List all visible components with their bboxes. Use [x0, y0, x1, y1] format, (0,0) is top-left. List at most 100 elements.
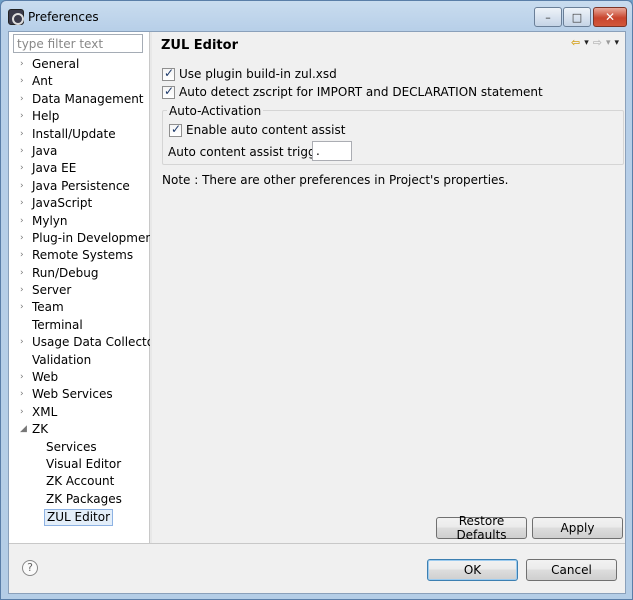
eclipse-app-icon — [8, 9, 24, 25]
tree-item-label: Visual Editor — [46, 456, 122, 471]
tree-item[interactable]: › Remote Systems — [9, 247, 150, 264]
auto-detect-option[interactable]: Auto detect zscript for IMPORT and DECLA… — [162, 84, 543, 99]
minimize-button[interactable]: – — [534, 7, 562, 27]
collapsed-arrow-icon[interactable]: › — [20, 160, 30, 177]
filter-input[interactable] — [13, 34, 143, 53]
tree-item-label: Java — [32, 143, 58, 158]
collapsed-arrow-icon[interactable]: › — [20, 178, 30, 195]
use-plugin-option[interactable]: Use plugin build-in zul.xsd — [162, 66, 337, 81]
maximize-button[interactable]: □ — [563, 7, 591, 27]
tree-item[interactable]: › Web Services — [9, 386, 150, 403]
tree-item[interactable]: › Ant — [9, 73, 150, 90]
tree-item[interactable]: › JavaScript — [9, 195, 150, 212]
preference-page: ZUL Editor ⇦ ▾ ⇨ ▾ ▾ Use plugin build-in… — [152, 32, 625, 543]
preference-tree: › General › Ant › Data Management › Help › Instal… — [9, 56, 159, 527]
tree-item-zk-child[interactable]: ZK Account — [9, 473, 150, 490]
ok-button[interactable]: OK — [427, 559, 518, 581]
auto-detect-checkbox[interactable] — [162, 84, 175, 99]
enable-assist-checkbox[interactable] — [169, 122, 182, 137]
forward-dropdown-icon[interactable]: ▾ — [606, 38, 611, 48]
triggers-label: Auto content assist triggers — [168, 145, 335, 159]
tree-item[interactable]: › Java — [9, 143, 150, 160]
maximize-icon: □ — [571, 10, 583, 24]
tree-item-label: ZK — [32, 422, 49, 437]
tree-item[interactable]: › Help — [9, 108, 150, 125]
collapsed-arrow-icon[interactable]: › — [20, 334, 30, 351]
collapsed-arrow-icon[interactable]: › — [20, 73, 30, 90]
tree-item[interactable]: Validation — [9, 352, 150, 369]
tree-item[interactable]: Terminal — [9, 317, 150, 334]
collapsed-arrow-icon[interactable]: › — [20, 369, 30, 386]
title-bar[interactable]: Preferences – □ ✕ — [1, 1, 632, 31]
collapsed-arrow-icon[interactable]: › — [20, 386, 30, 403]
tree-item[interactable]: ◢ ZK — [9, 421, 150, 438]
collapsed-arrow-icon[interactable]: › — [20, 247, 30, 264]
tree-item-zk-child[interactable]: ZUL Editor — [9, 508, 150, 527]
collapsed-arrow-icon[interactable]: › — [20, 404, 30, 421]
collapsed-arrow-icon[interactable]: › — [20, 230, 30, 247]
tree-item[interactable]: › Java EE — [9, 160, 150, 177]
window-title: Preferences — [28, 10, 99, 24]
note-text: Note : There are other preferences in Pr… — [162, 173, 509, 187]
restore-defaults-button[interactable]: Restore Defaults — [436, 514, 527, 542]
tree-item-label: Web — [32, 370, 59, 385]
preference-tree-pane: ›General›Ant›Data Management›Help›Instal… — [9, 32, 159, 543]
expanded-arrow-icon[interactable]: ◢ — [20, 421, 30, 438]
collapsed-arrow-icon[interactable]: › — [20, 213, 30, 230]
tree-item-label: Run/Debug — [32, 265, 99, 280]
back-dropdown-icon[interactable]: ▾ — [584, 38, 589, 48]
auto-activation-title: Auto-Activation — [167, 104, 264, 118]
forward-arrow-icon[interactable]: ⇨ — [593, 36, 602, 49]
collapsed-arrow-icon[interactable]: › — [20, 195, 30, 212]
tree-item[interactable]: › Data Management — [9, 91, 150, 108]
collapsed-arrow-icon[interactable]: › — [20, 299, 30, 316]
collapsed-arrow-icon[interactable]: › — [20, 126, 30, 143]
tree-item-label: Validation — [32, 352, 92, 367]
tree-item-label: Terminal — [32, 317, 83, 332]
triggers-input[interactable] — [312, 141, 352, 161]
tree-item-label: ZK Packages — [46, 491, 122, 506]
collapsed-arrow-icon[interactable]: › — [20, 265, 30, 282]
close-button[interactable]: ✕ — [593, 7, 627, 27]
tree-item-label: Data Management — [32, 91, 144, 106]
collapsed-arrow-icon[interactable]: › — [20, 282, 30, 299]
tree-item-label: General — [32, 57, 80, 71]
tree-item-zk-child[interactable]: Services — [9, 439, 150, 456]
back-arrow-icon[interactable]: ⇦ — [571, 36, 580, 49]
help-icon[interactable]: ? — [22, 560, 38, 576]
tree-item[interactable]: › Team — [9, 299, 150, 316]
tree-item[interactable]: › Server — [9, 282, 150, 299]
tree-item-label: Team — [32, 300, 64, 315]
collapsed-arrow-icon[interactable]: › — [20, 143, 30, 160]
view-menu-icon[interactable]: ▾ — [614, 38, 619, 48]
tree-item[interactable]: › Java Persistence — [9, 178, 150, 195]
tree-item-label: Web Services — [32, 387, 113, 402]
collapsed-arrow-icon[interactable]: › — [20, 91, 30, 108]
tree-item-label: ZUL Editor — [44, 509, 114, 527]
tree-item-label: Ant — [32, 74, 53, 89]
tree-item-zk-child[interactable]: Visual Editor — [9, 456, 150, 473]
cancel-button[interactable]: Cancel — [526, 559, 617, 581]
use-plugin-checkbox[interactable] — [162, 66, 175, 81]
tree-item[interactable]: › General — [9, 56, 150, 73]
tree-item[interactable]: › Usage Data Collector — [9, 334, 159, 351]
collapsed-arrow-icon[interactable]: › — [20, 108, 30, 125]
tree-item[interactable]: › Install/Update — [9, 126, 150, 143]
tree-item[interactable]: › XML — [9, 404, 150, 421]
dialog-client-area: ›General›Ant›Data Management›Help›Instal… — [8, 31, 626, 594]
preferences-window: Preferences – □ ✕ ›General›Ant›Data Mana… — [0, 0, 633, 600]
page-navigation: ⇦ ▾ ⇨ ▾ ▾ — [571, 36, 619, 49]
tree-item[interactable]: › Web — [9, 369, 150, 386]
enable-assist-option[interactable]: Enable auto content assist — [169, 122, 346, 137]
apply-button[interactable]: Apply — [532, 517, 623, 539]
tree-item[interactable]: › Plug-in Development — [9, 230, 158, 247]
collapsed-arrow-icon[interactable]: › — [20, 56, 30, 73]
tree-item[interactable]: › Run/Debug — [9, 265, 150, 282]
enable-assist-label: Enable auto content assist — [186, 123, 346, 137]
page-title: ZUL Editor — [161, 38, 238, 53]
tree-item-label: JavaScript — [32, 196, 93, 211]
auto-detect-label: Auto detect zscript for IMPORT and DECLA… — [179, 85, 543, 99]
tree-item[interactable]: › Mylyn — [9, 213, 150, 230]
tree-item-zk-child[interactable]: ZK Packages — [9, 491, 150, 508]
tree-item-label: Help — [32, 109, 60, 124]
